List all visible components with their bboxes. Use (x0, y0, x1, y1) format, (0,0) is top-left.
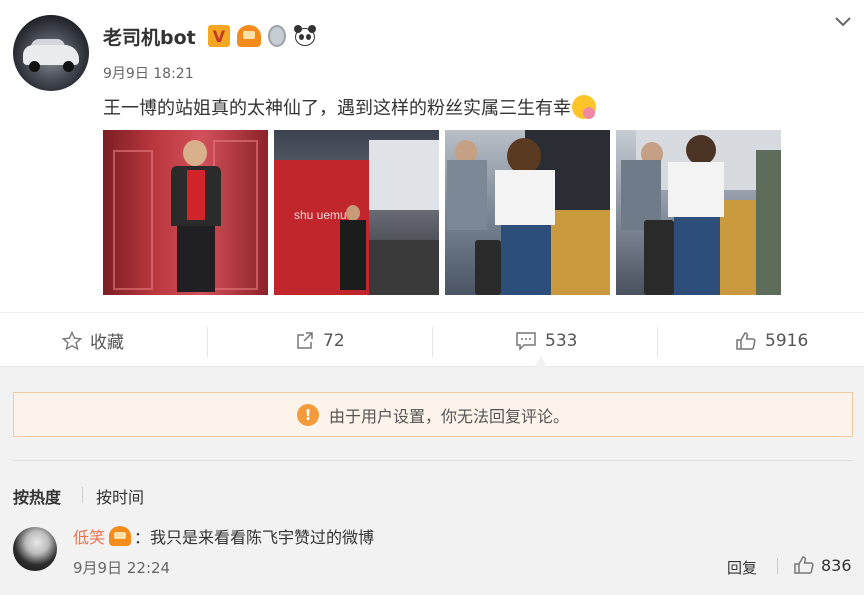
person-head (183, 140, 207, 166)
crowd (369, 240, 439, 295)
like-count: 5916 (765, 330, 809, 351)
panda-ear (308, 25, 316, 33)
post-image-3[interactable] (445, 130, 610, 295)
panda-eye (306, 34, 311, 40)
favorite-button[interactable]: 收藏 (62, 313, 124, 368)
bystander (756, 150, 781, 295)
comment-timestamp: 9月9日 22:24 (73, 559, 171, 577)
person-hair (686, 135, 716, 165)
window (369, 140, 439, 210)
crown-badge-icon[interactable] (237, 25, 261, 47)
suitcase (475, 240, 501, 295)
repost-count: 72 (323, 330, 345, 351)
chevron-down-icon[interactable] (833, 14, 853, 30)
post-image-4[interactable] (616, 130, 781, 295)
comment-like-count: 836 (821, 555, 852, 575)
person-white-shirt (495, 170, 555, 225)
comment-body: 低笑 ： 我只是来看看陈飞宇赞过的微博 (73, 524, 374, 548)
blush-emoji-icon (572, 95, 596, 119)
panda-eye (299, 34, 304, 40)
section-divider (13, 460, 853, 461)
person-shirt (187, 170, 205, 220)
star-icon (62, 330, 82, 350)
person-body (340, 220, 366, 290)
person-jeans (501, 225, 551, 295)
post-text: 王一博的站姐真的太神仙了，遇到这样的粉丝实属三生有幸 (103, 94, 596, 120)
sort-by-time-tab[interactable]: 按时间 (96, 484, 144, 508)
share-icon (297, 331, 313, 349)
panda-ear (294, 25, 302, 33)
weibo-post: 老司机bot V 9月9日 18:21 王一博的站姐真的太神仙了，遇到这样的粉丝… (0, 0, 864, 312)
like-button[interactable]: 5916 (735, 313, 808, 368)
comment-action-divider (777, 558, 778, 574)
sort-by-hot-tab[interactable]: 按热度 (13, 484, 61, 508)
comment-count: 533 (545, 330, 578, 351)
avatar-wheel (29, 61, 40, 72)
post-text-content: 王一博的站姐真的太神仙了，遇到这样的粉丝实属三生有幸 (103, 98, 571, 119)
reply-button[interactable]: 回复 (727, 557, 757, 578)
person-jeans (674, 217, 720, 295)
post-username[interactable]: 老司机bot (103, 23, 196, 50)
action-divider (207, 327, 208, 357)
medal-badge-icon[interactable] (268, 25, 286, 47)
repost-button[interactable]: 72 (295, 313, 345, 368)
reply-disabled-notice: ! 由于用户设置，你无法回复评论。 (13, 392, 853, 437)
user-avatar[interactable] (13, 15, 89, 91)
warning-icon: ! (296, 403, 319, 426)
comment-button[interactable]: 533 (515, 313, 577, 368)
post-image-1[interactable] (103, 130, 268, 295)
person-body (447, 160, 487, 230)
notice-text: 由于用户设置，你无法回复评论。 (328, 406, 569, 426)
suitcase (644, 220, 674, 295)
comment-text: 我只是来看看陈飞宇赞过的微博 (150, 528, 375, 547)
person-white-shirt (668, 162, 724, 217)
comment-username[interactable]: 低笑 (73, 524, 105, 548)
action-divider (657, 327, 658, 357)
sort-divider (82, 487, 83, 503)
panda-badge-icon[interactable] (293, 25, 317, 47)
comment-separator: ： (134, 528, 151, 547)
thumbs-up-icon (794, 556, 814, 574)
crown-badge-icon[interactable] (109, 526, 132, 546)
action-divider (432, 327, 433, 357)
person-pants (177, 226, 215, 292)
avatar-wheel (63, 61, 74, 72)
comment-like-button[interactable]: 836 (793, 555, 852, 575)
post-image-2[interactable]: shu uemura (274, 130, 439, 295)
person-head (346, 205, 360, 221)
person-hair (507, 138, 541, 174)
user-badges: V (208, 25, 317, 47)
post-timestamp[interactable]: 9月9日 18:21 (103, 63, 194, 83)
comment-icon (516, 331, 536, 351)
favorite-label: 收藏 (90, 333, 124, 353)
thumbs-up-icon (736, 331, 756, 350)
image-frame-decor (113, 150, 153, 290)
comment-avatar[interactable] (13, 527, 57, 571)
action-bar: 收藏 72 533 5916 (0, 312, 864, 367)
verified-badge-icon[interactable]: V (208, 25, 230, 47)
